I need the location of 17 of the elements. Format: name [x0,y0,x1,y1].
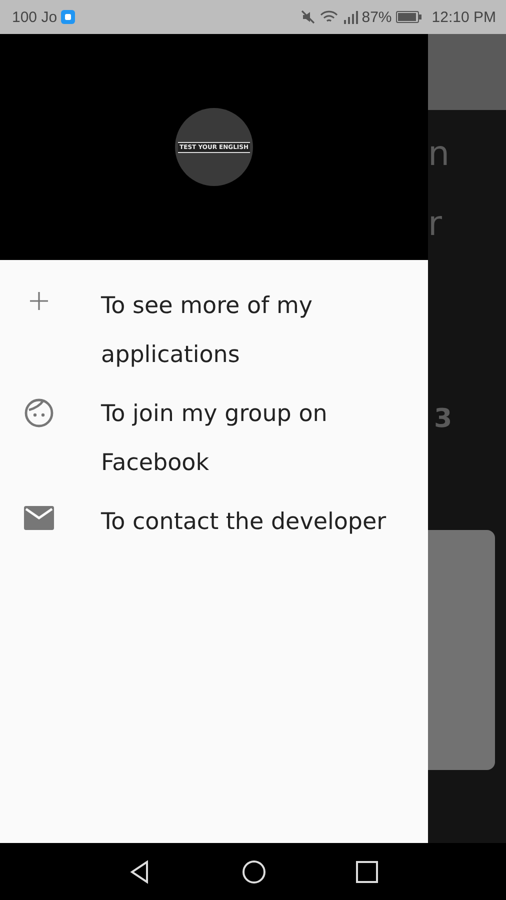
home-icon[interactable] [242,860,266,884]
face-icon [24,398,54,428]
number-fragment: 3 [434,404,452,434]
carrier-text: 100 Jo [12,8,58,26]
drawer-item[interactable]: To see more of my applications [0,282,428,380]
recents-icon[interactable] [356,860,378,882]
title-fragment: r [428,204,442,244]
status-time: 12:10 PM [432,8,496,26]
notification-icon [61,10,76,24]
drawer-item[interactable]: To contact the developer [0,498,428,547]
battery-percent: 87% [362,8,392,26]
title-fragment: n [428,134,450,174]
drawer-item[interactable]: To join my group on Facebook [0,390,428,488]
signal-icon [342,9,358,25]
mail-icon [24,506,54,530]
mute-icon [300,9,316,25]
battery-icon [396,11,422,23]
